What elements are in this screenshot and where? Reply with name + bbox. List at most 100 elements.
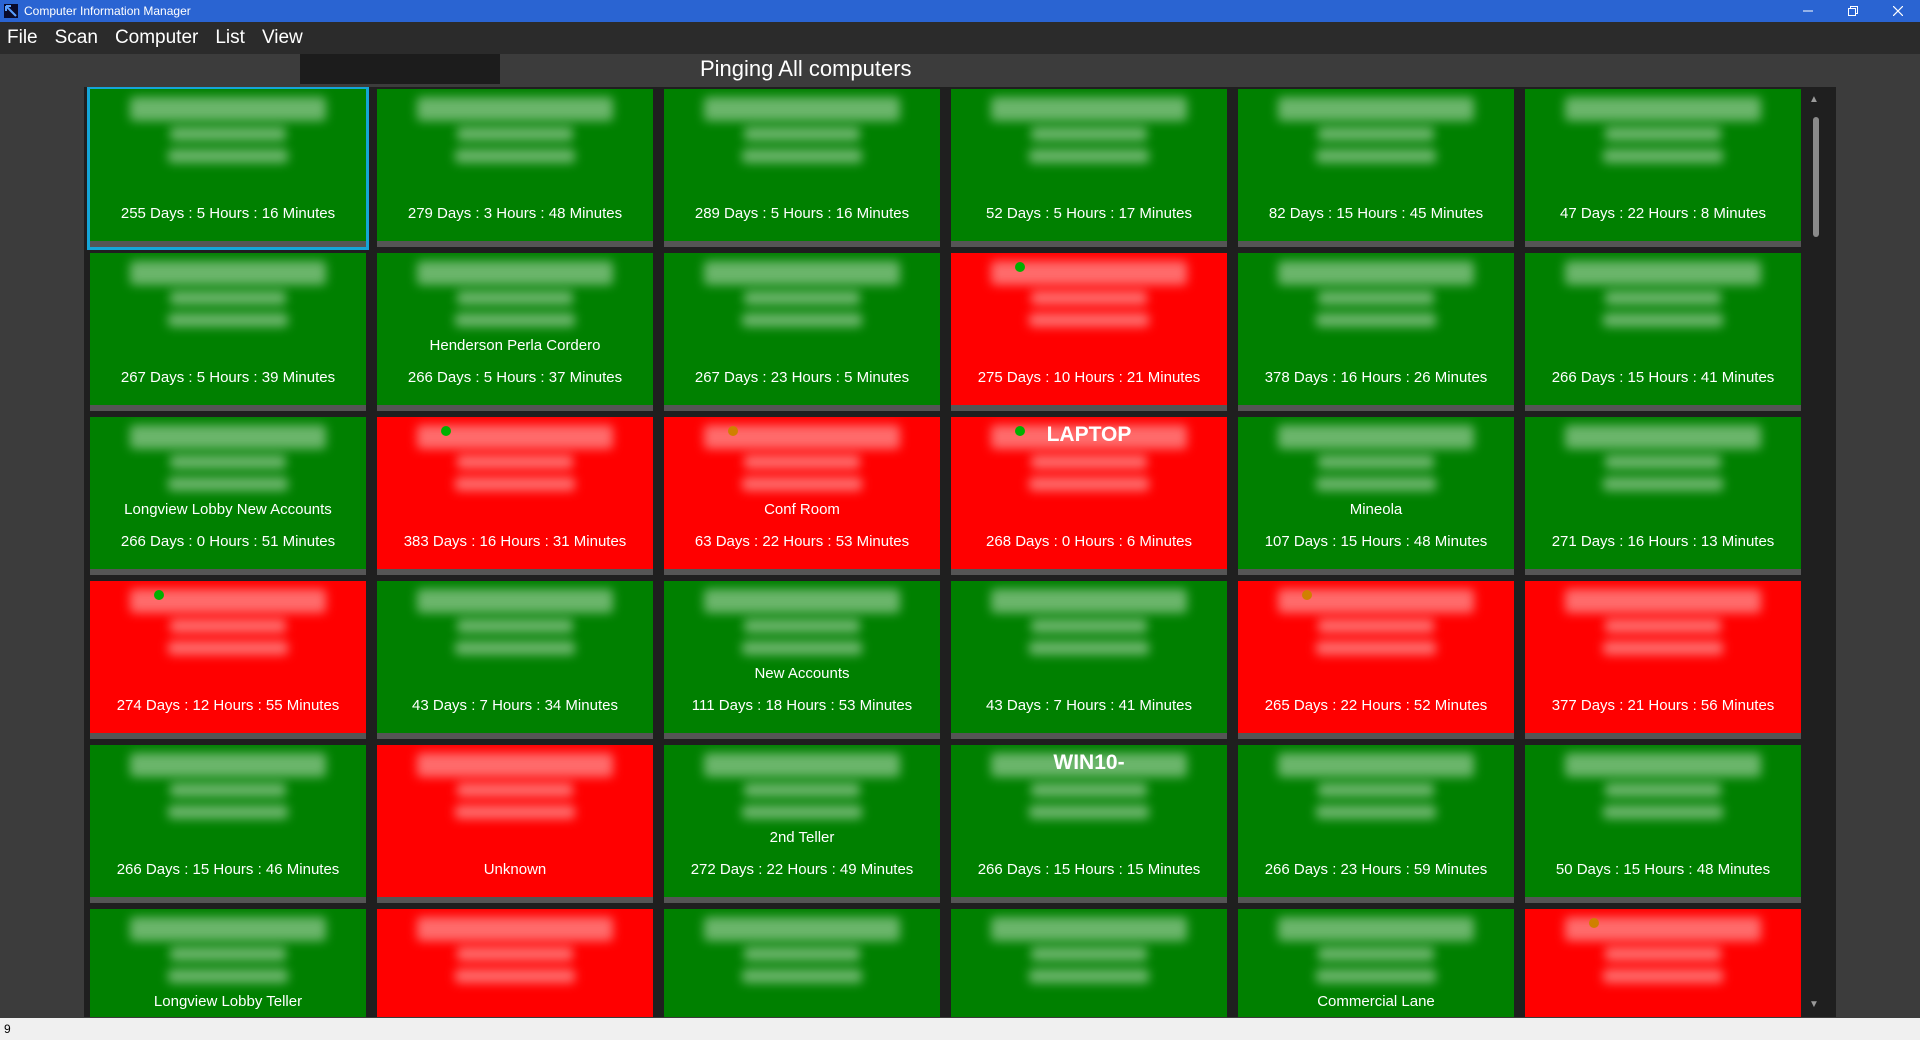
computer-tile[interactable]: 43 Days : 7 Hours : 41 Minutes — [951, 581, 1227, 739]
computer-tile[interactable]: 275 Days : 10 Hours : 21 Minutes — [951, 253, 1227, 411]
redacted-text — [1031, 947, 1147, 961]
computer-tile[interactable] — [664, 909, 940, 1017]
redacted-text — [744, 619, 860, 633]
computer-tile[interactable]: 265 Days : 22 Hours : 52 Minutes — [1238, 581, 1514, 739]
computer-tile[interactable]: Commercial Lane — [1238, 909, 1514, 1017]
redacted-text — [742, 149, 862, 163]
computer-tile[interactable]: Unknown — [377, 745, 653, 903]
computer-tile[interactable]: 47 Days : 22 Hours : 8 Minutes — [1525, 89, 1801, 247]
redacted-text — [168, 149, 288, 163]
computer-uptime: 272 Days : 22 Hours : 49 Minutes — [690, 861, 914, 878]
computer-uptime: 289 Days : 5 Hours : 16 Minutes — [694, 205, 910, 222]
computer-tile[interactable] — [1525, 909, 1801, 1017]
computer-tile[interactable]: Longview Lobby Teller — [90, 909, 366, 1017]
restore-button[interactable] — [1830, 0, 1875, 22]
computer-tile[interactable] — [377, 909, 653, 1017]
computer-tile[interactable]: 378 Days : 16 Hours : 26 Minutes — [1238, 253, 1514, 411]
computer-uptime: 111 Days : 18 Hours : 53 Minutes — [691, 697, 913, 714]
search-input[interactable] — [300, 54, 500, 84]
computer-tile[interactable]: 266 Days : 23 Hours : 59 Minutes — [1238, 745, 1514, 903]
computer-tile[interactable]: 255 Days : 5 Hours : 16 Minutes — [87, 87, 369, 250]
redacted-text — [1031, 455, 1147, 469]
redacted-text — [417, 261, 613, 285]
redacted-text — [457, 619, 573, 633]
computer-tile[interactable]: Mineola 107 Days : 15 Hours : 48 Minutes — [1238, 417, 1514, 575]
redacted-text — [417, 917, 613, 941]
restore-icon — [1847, 6, 1858, 16]
computer-uptime: 275 Days : 10 Hours : 21 Minutes — [977, 369, 1201, 386]
computer-tile[interactable]: 82 Days : 15 Hours : 45 Minutes — [1238, 89, 1514, 247]
app-icon — [4, 4, 18, 18]
computer-uptime: 82 Days : 15 Hours : 45 Minutes — [1268, 205, 1484, 222]
computer-uptime: Unknown — [483, 861, 547, 878]
computer-tile[interactable]: Henderson Perla Cordero 266 Days : 5 Hour… — [377, 253, 653, 411]
computer-location: Longview Lobby New Accounts — [124, 501, 332, 518]
computer-tile[interactable]: 43 Days : 7 Hours : 34 Minutes — [377, 581, 653, 739]
computer-tile[interactable]: WIN10- 266 Days : 15 Hours : 15 Minutes — [951, 745, 1227, 903]
menu-view[interactable]: View — [254, 27, 312, 49]
scroll-thumb[interactable] — [1813, 117, 1819, 237]
redacted-text — [744, 291, 860, 305]
computer-tile[interactable] — [951, 909, 1227, 1017]
computer-tile[interactable]: 274 Days : 12 Hours : 55 Minutes — [90, 581, 366, 739]
computer-tile[interactable]: 52 Days : 5 Hours : 17 Minutes — [951, 89, 1227, 247]
scroll-down-arrow-icon[interactable]: ▼ — [1809, 999, 1819, 1010]
computer-tile[interactable]: 267 Days : 5 Hours : 39 Minutes — [90, 253, 366, 411]
computer-tile[interactable]: Conf Room 63 Days : 22 Hours : 53 Minutes — [664, 417, 940, 575]
computer-uptime: 52 Days : 5 Hours : 17 Minutes — [986, 205, 1192, 222]
computer-location: Commercial Lane — [1317, 993, 1435, 1010]
redacted-text — [1565, 753, 1761, 777]
redacted-text — [1316, 805, 1436, 819]
computer-tile[interactable]: 271 Days : 16 Hours : 13 Minutes — [1525, 417, 1801, 575]
redacted-text — [704, 753, 900, 777]
computer-tile[interactable]: LAPTOP 268 Days : 0 Hours : 6 Minutes — [951, 417, 1227, 575]
redacted-text — [1603, 149, 1723, 163]
computer-uptime: 266 Days : 15 Hours : 46 Minutes — [116, 861, 340, 878]
menu-file[interactable]: File — [0, 27, 47, 49]
computer-tile[interactable]: Longview Lobby New Accounts 266 Days : 0 … — [90, 417, 366, 575]
status-bar: 9 — [0, 1018, 1920, 1040]
redacted-text — [168, 969, 288, 983]
computer-tile[interactable]: 266 Days : 15 Hours : 41 Minutes — [1525, 253, 1801, 411]
menu-computer[interactable]: Computer — [107, 27, 207, 49]
close-button[interactable] — [1875, 0, 1920, 22]
redacted-text — [1316, 313, 1436, 327]
menu-list[interactable]: List — [207, 27, 254, 49]
redacted-text — [130, 425, 326, 449]
computer-uptime: 107 Days : 15 Hours : 48 Minutes — [1264, 533, 1488, 550]
redacted-text — [417, 753, 613, 777]
computer-tile[interactable]: 50 Days : 15 Hours : 48 Minutes — [1525, 745, 1801, 903]
redacted-text — [1029, 149, 1149, 163]
redacted-text — [1316, 477, 1436, 491]
status-dot-icon — [441, 426, 451, 436]
computer-tile[interactable]: 279 Days : 3 Hours : 48 Minutes — [377, 89, 653, 247]
computer-tile[interactable]: 2nd Teller 272 Days : 22 Hours : 49 Minut… — [664, 745, 940, 903]
redacted-text — [1029, 477, 1149, 491]
computer-uptime: 43 Days : 7 Hours : 41 Minutes — [986, 697, 1192, 714]
redacted-text — [1603, 477, 1723, 491]
redacted-text — [744, 127, 860, 141]
computer-tile[interactable]: 383 Days : 16 Hours : 31 Minutes — [377, 417, 653, 575]
computer-tile[interactable]: 267 Days : 23 Hours : 5 Minutes — [664, 253, 940, 411]
redacted-text — [991, 589, 1187, 613]
computer-location: Mineola — [1349, 501, 1403, 518]
computer-tile[interactable]: 266 Days : 15 Hours : 46 Minutes — [90, 745, 366, 903]
redacted-text — [170, 783, 286, 797]
minimize-button[interactable] — [1785, 0, 1830, 22]
computer-tile[interactable]: 289 Days : 5 Hours : 16 Minutes — [664, 89, 940, 247]
redacted-text — [1318, 291, 1434, 305]
scroll-up-arrow-icon[interactable]: ▲ — [1809, 94, 1819, 105]
computer-uptime: 265 Days : 22 Hours : 52 Minutes — [1264, 697, 1488, 714]
status-dot-icon — [1015, 262, 1025, 272]
computer-name: WIN10- — [1053, 751, 1125, 774]
redacted-text — [1031, 783, 1147, 797]
window-controls — [1785, 0, 1920, 22]
minimize-icon — [1802, 10, 1813, 12]
redacted-text — [704, 589, 900, 613]
computer-tile[interactable]: 377 Days : 21 Hours : 56 Minutes — [1525, 581, 1801, 739]
menu-scan[interactable]: Scan — [47, 27, 107, 49]
vertical-scrollbar[interactable]: ▲ ▼ — [1805, 92, 1827, 1012]
computer-tile[interactable]: New Accounts 111 Days : 18 Hours : 53 Min… — [664, 581, 940, 739]
redacted-text — [1603, 641, 1723, 655]
close-icon — [1892, 6, 1903, 16]
